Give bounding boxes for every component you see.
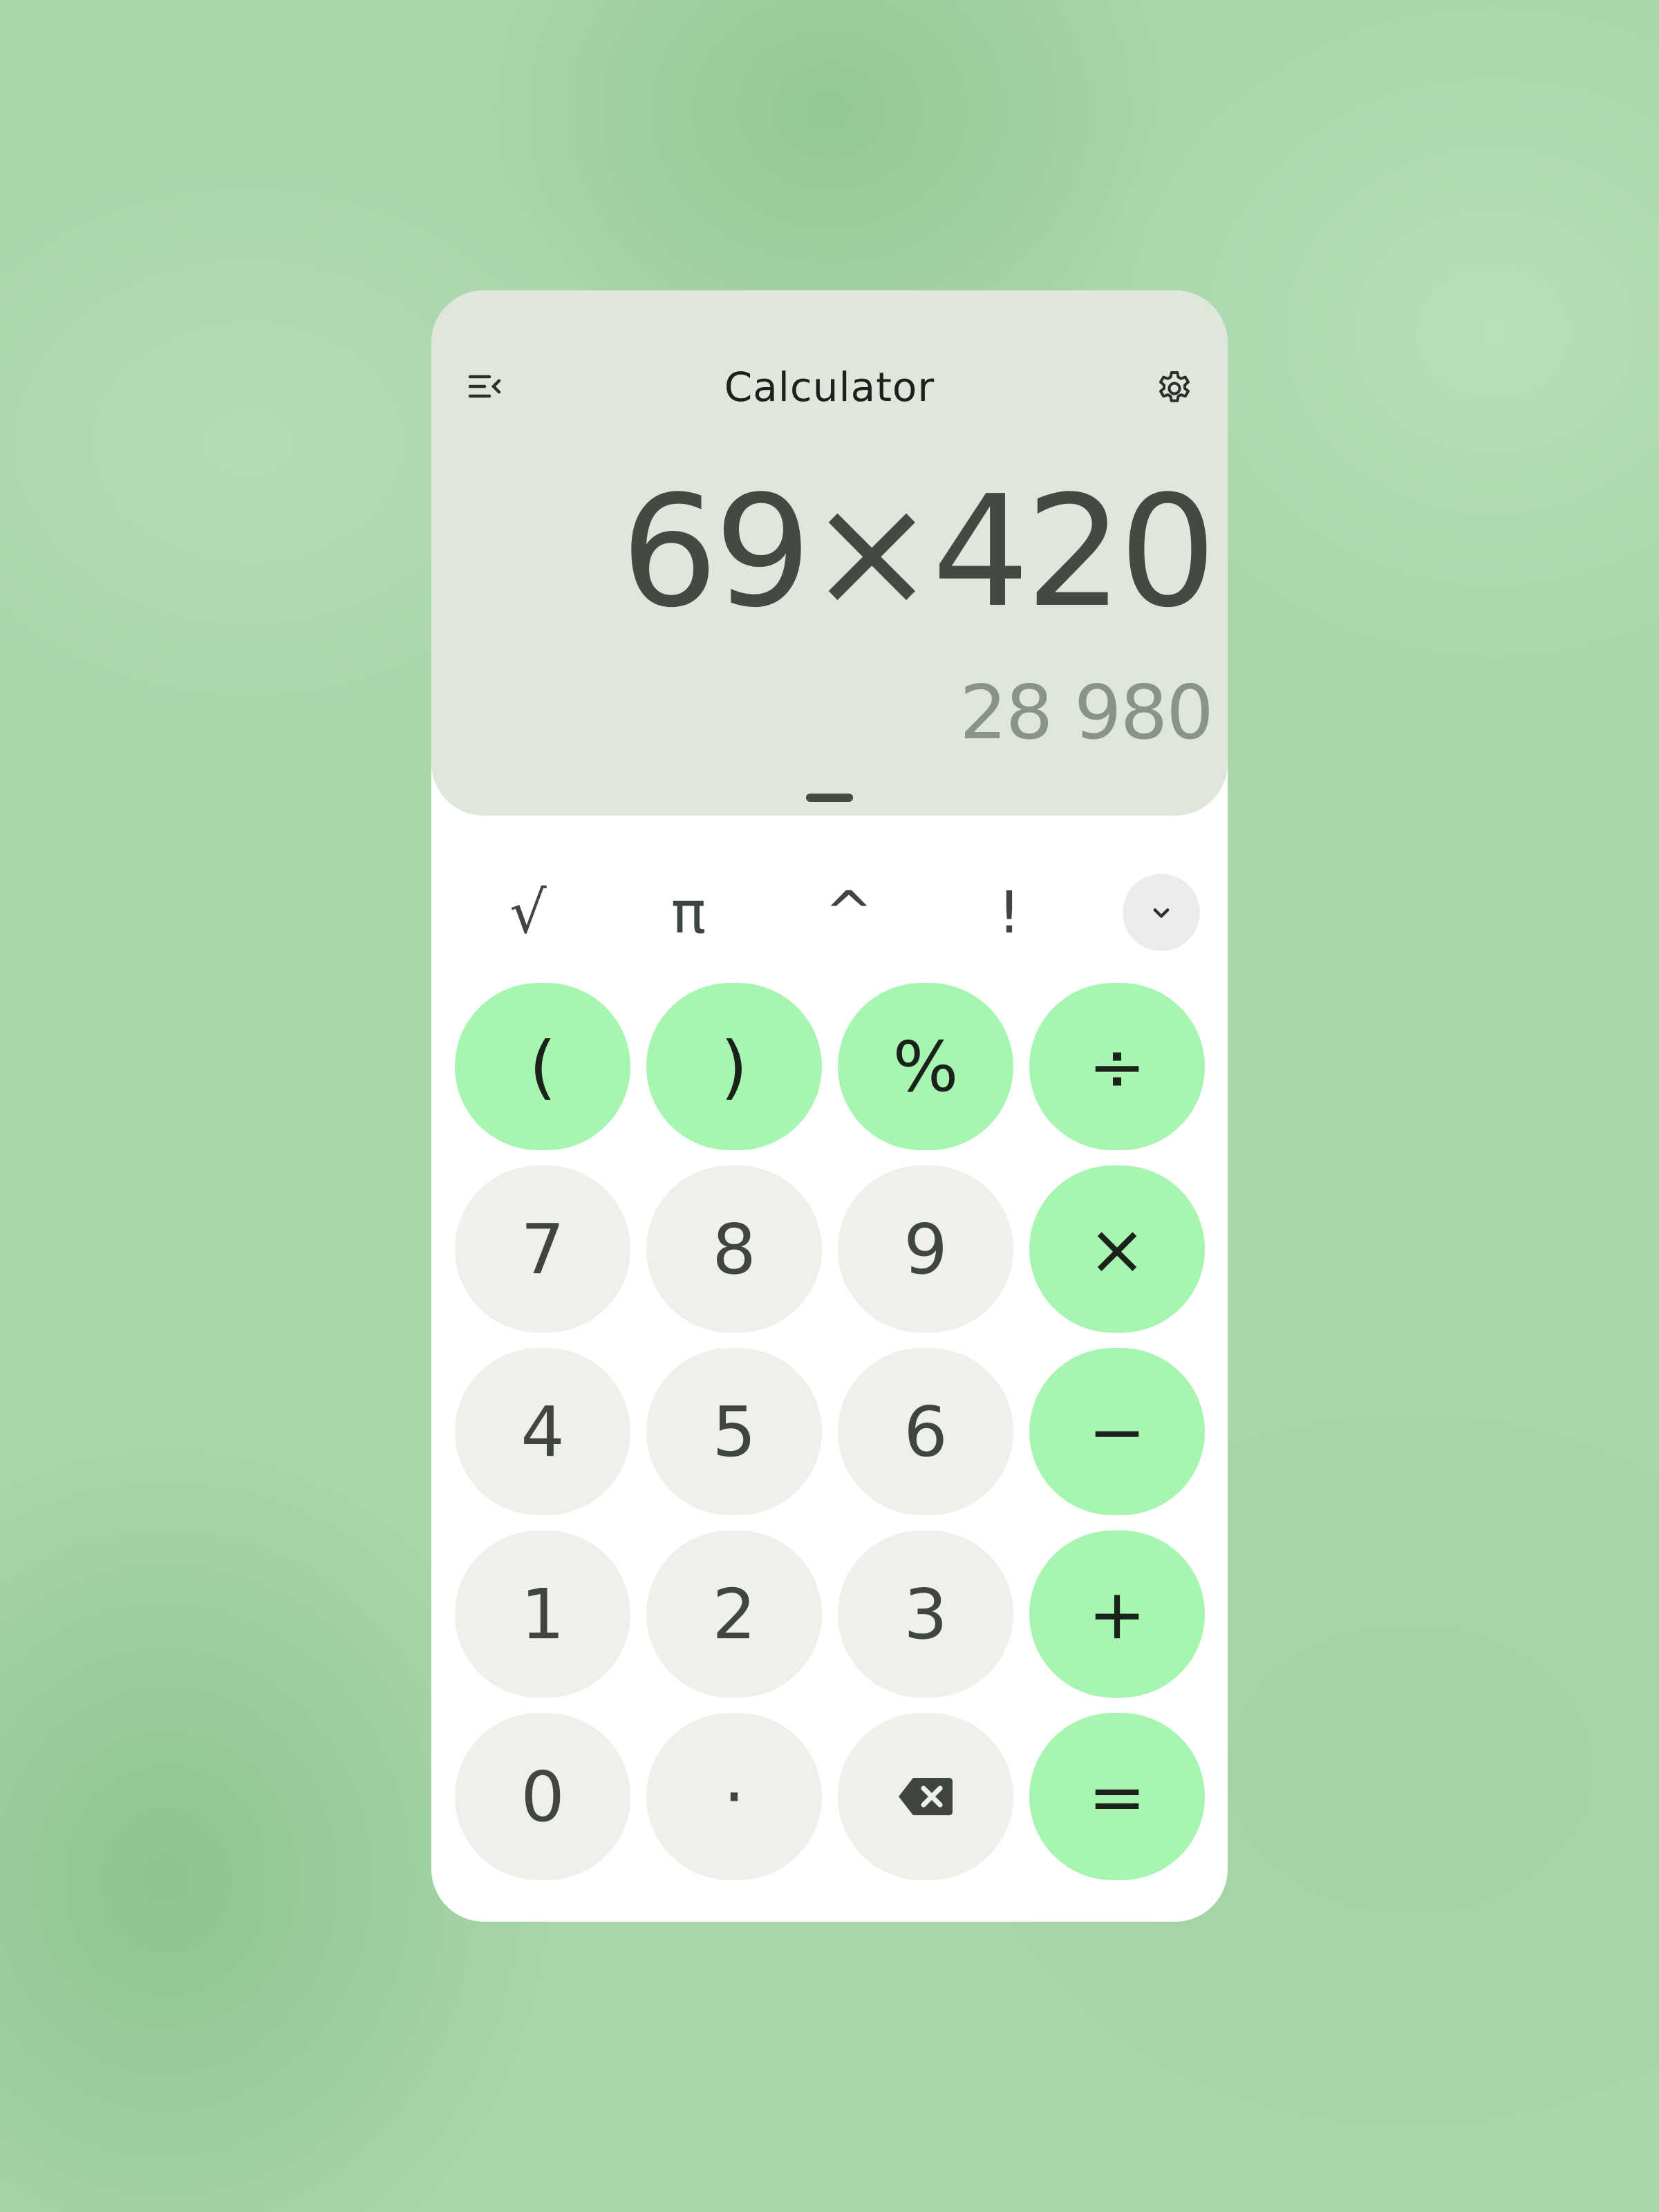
digit-7-button[interactable]: 7 [455,1165,630,1333]
digit-9-button[interactable]: 9 [838,1165,1013,1333]
decimal-button[interactable]: · [646,1713,822,1880]
result-preview: 28 980 [959,670,1214,756]
top-bar: Calculator [431,351,1228,420]
expand-button[interactable] [1123,874,1200,951]
digit-0-button[interactable]: 0 [455,1713,630,1880]
drag-handle[interactable] [806,794,853,802]
multiply-button[interactable]: × [1029,1165,1205,1333]
chevron-down-icon [1153,908,1170,918]
backspace-icon [899,1778,953,1815]
digit-5-button[interactable]: 5 [646,1348,822,1515]
display-panel: Calculator 69×420 28 980 [431,290,1228,816]
digit-6-button[interactable]: 6 [838,1348,1013,1515]
digit-1-button[interactable]: 1 [455,1530,630,1698]
open-paren-button[interactable]: ( [455,983,630,1150]
sqrt-button[interactable]: √ [480,857,577,968]
scientific-row: √ π ^ ! [431,857,1228,968]
settings-button[interactable] [1150,362,1199,411]
expression-display[interactable]: 69×420 [621,476,1217,629]
factorial-button[interactable]: ! [961,857,1058,968]
app-title: Calculator [724,364,935,411]
digit-2-button[interactable]: 2 [646,1530,822,1698]
divide-button[interactable]: ÷ [1029,983,1205,1150]
backspace-button[interactable] [838,1713,1013,1880]
gear-icon [1159,371,1190,402]
calculator-window: Calculator 69×420 28 980 √ π ^ ! () % ÷… [431,290,1228,1922]
power-button[interactable]: ^ [800,857,897,968]
minus-button[interactable]: − [1029,1348,1205,1515]
digit-4-button[interactable]: 4 [455,1348,630,1515]
digit-3-button[interactable]: 3 [838,1530,1013,1698]
equals-button[interactable]: = [1029,1713,1205,1880]
close-paren-button[interactable]: ) [646,983,822,1150]
plus-button[interactable]: + [1029,1530,1205,1698]
digit-8-button[interactable]: 8 [646,1165,822,1333]
pi-button[interactable]: π [640,857,737,968]
percent-button[interactable]: % [838,983,1013,1150]
